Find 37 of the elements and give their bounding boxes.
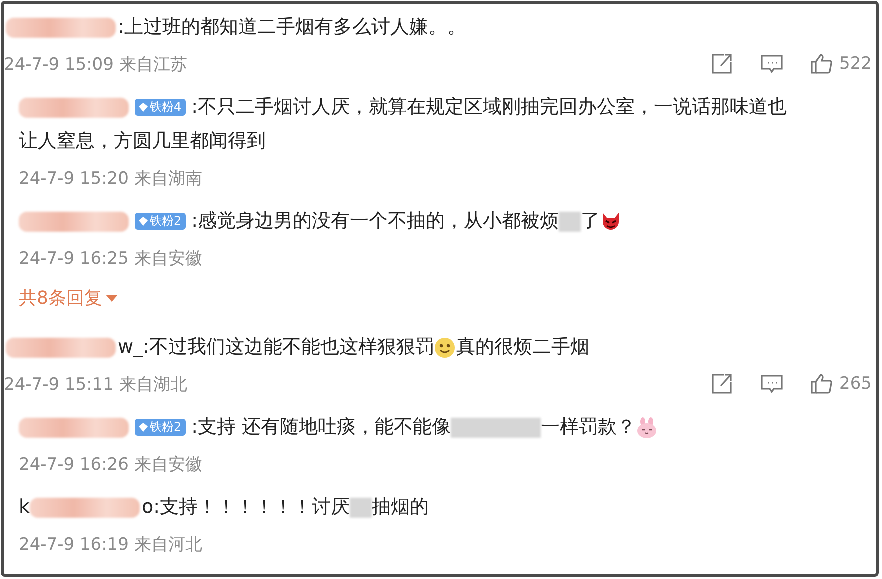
comment-text: o	[142, 496, 154, 518]
comment-text: :不只二手烟讨人厌，就算在规定区域刚抽完回办公室，一说话那味道也	[192, 96, 788, 118]
like-count: 522	[840, 54, 872, 74]
reply-meta: 24-7-9 16:26 来自安徽	[19, 454, 202, 476]
comment-icon[interactable]	[760, 52, 784, 76]
comment-meta: 24-7-9 15:09 来自江苏	[4, 54, 188, 76]
blurred-text	[559, 212, 582, 232]
fan-badge: 铁粉2	[135, 419, 186, 436]
comment-text: 真的很烦二手烟	[456, 336, 590, 358]
blurred-text	[350, 498, 372, 518]
reply-meta: 24-7-9 16:19 来自河北	[19, 534, 202, 556]
caret-icon	[106, 294, 118, 302]
comment-meta: 24-7-9 15:11 来自湖北	[4, 374, 188, 396]
more-replies-link[interactable]: 共8条回复	[19, 286, 118, 310]
comment-text: 了	[581, 210, 600, 232]
smiley-emoji-icon	[434, 336, 456, 359]
comment-text: :支持！！！！！！讨厌	[154, 496, 350, 518]
fan-badge: 铁粉4	[135, 99, 186, 116]
reply-meta: 24-7-9 15:20 来自湖南	[19, 168, 202, 190]
comment-text: :不过我们这边能不能也这样狠狠罚	[143, 336, 434, 358]
bunny-emoji-icon	[636, 416, 658, 439]
comment-text: :支持 还有随地吐痰，能不能像	[192, 416, 452, 438]
comment-text: 抽烟的	[372, 496, 430, 518]
comment-text: 一样罚款？	[541, 416, 636, 438]
share-icon[interactable]	[710, 372, 734, 396]
fan-badge: 铁粉2	[135, 213, 186, 230]
comment-text: 让人窒息，方圆几里都闻得到	[19, 130, 266, 152]
thumbs-up-icon[interactable]	[810, 372, 834, 396]
comment-text: :上过班的都知道二手烟有多么讨人嫌。。	[118, 16, 466, 38]
comment-text: :感觉身边男的没有一个不抽的，从小都被烦	[192, 210, 560, 232]
comment-text: k	[19, 496, 30, 518]
reply-meta: 24-7-9 16:25 来自安徽	[19, 248, 202, 270]
like-count: 265	[840, 374, 872, 394]
thumbs-up-icon[interactable]	[810, 52, 834, 76]
comment-text: w_	[118, 336, 144, 358]
comment-icon[interactable]	[760, 372, 784, 396]
share-icon[interactable]	[710, 52, 734, 76]
